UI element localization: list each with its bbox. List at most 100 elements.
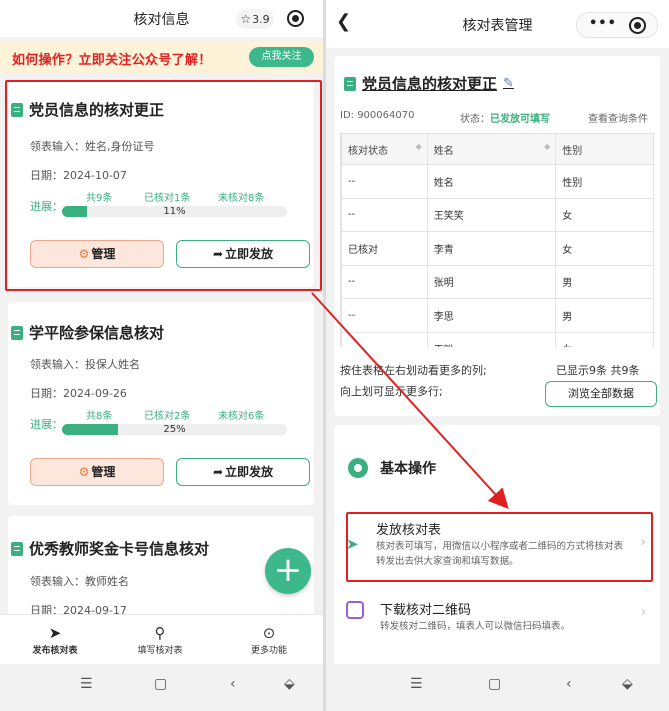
send-icon: ➤ — [48, 624, 62, 642]
more-dots-icon[interactable]: ••• — [589, 16, 617, 31]
table-row[interactable]: 已核对 李青女 — [341, 231, 653, 266]
sort-icon: ◆ — [544, 141, 551, 151]
rows-shown-count: 已显示9条 共9条 — [556, 364, 640, 377]
assistant-icon[interactable]: ⬙ — [622, 676, 633, 692]
progress-bar: 25% — [62, 424, 287, 435]
card-title-text: 优秀教师奖金卡号信息核对 — [29, 540, 210, 558]
table-row[interactable]: -- 李思男 — [341, 298, 653, 333]
table-row[interactable]: -- 王笑笑女 — [341, 197, 653, 232]
data-table-container[interactable]: 核对状态 ◆ 姓名 ◆ 性别 -- 姓名 性别 -- 王笑笑女 已核对 李青女 -- 张明男 … — [340, 133, 654, 347]
table-cell: -- — [341, 298, 428, 333]
assistant-icon[interactable]: ⬙ — [284, 676, 295, 692]
op-description: 转发核对二维码，填表人可以微信扫码填表。 — [380, 621, 571, 632]
more-icon: ⊙ — [262, 624, 276, 642]
follow-button[interactable]: 点我关注 — [249, 47, 314, 67]
tab-label: 更多功能 — [250, 646, 287, 656]
column-header[interactable]: 性别 — [555, 133, 653, 165]
table-cell: 姓名 — [426, 164, 557, 199]
search-icon: ⚲ — [154, 624, 166, 642]
table-row[interactable]: -- 姓名 性别 — [341, 164, 653, 199]
sort-icon: ◆ — [415, 141, 422, 151]
table-cell: 女 — [555, 231, 653, 266]
table-cell: 王笑笑 — [426, 197, 557, 232]
column-header-text: 姓名 — [433, 145, 454, 157]
card-title: 优秀教师奖金卡号信息核对 — [11, 538, 209, 559]
checked-count: 已核对2条 — [144, 411, 191, 422]
highlight-box-publish — [346, 512, 653, 582]
table-cell: 已核对 — [341, 231, 428, 266]
checklist-title: 党员信息的核对更正 ✎ — [344, 73, 514, 94]
document-icon — [11, 325, 23, 340]
section-title-text: 基本操作 — [380, 461, 436, 477]
add-checklist-button[interactable]: + — [265, 548, 311, 594]
share-arrow-icon: ➦ — [212, 465, 224, 479]
table-cell: 女 — [555, 331, 653, 347]
input-fields-label: 领表输入：教师姓名 — [30, 575, 129, 588]
menu-icon[interactable]: ☰ — [410, 676, 423, 692]
chevron-right-icon: › — [640, 605, 646, 620]
left-nav-bar: 核对信息 ☆3.9 — [0, 0, 323, 37]
table-cell: 男 — [555, 298, 653, 333]
table-row[interactable]: -- 张明男 — [341, 264, 653, 299]
back-icon[interactable]: ‹ — [230, 676, 236, 692]
checklist-id: ID: 900064070 — [340, 110, 415, 121]
table-row[interactable]: --王盼女 — [341, 331, 653, 347]
column-header-text: 性别 — [562, 145, 583, 157]
table-cell: 李青 — [426, 231, 557, 266]
home-icon[interactable]: ▢ — [488, 676, 501, 692]
right-phone-screen: ❮ 核对表管理 ••• 党员信息的核对更正 ✎ ID: 900064070 状态：… — [326, 0, 669, 711]
progress-label: 进展： — [30, 418, 63, 431]
status-value: 已发放可填写 — [490, 114, 550, 125]
menu-icon[interactable]: ☰ — [80, 676, 93, 692]
back-icon[interactable]: ‹ — [566, 676, 572, 692]
bottom-tab-bar: ➤ 发布核对表 ⚲ 填写核对表 ⊙ 更多功能 — [0, 614, 323, 664]
section-title: 基本操作 — [348, 458, 436, 478]
download-qrcode-item[interactable]: 下载核对二维码 转发核对二维码，填表人可以微信扫码填表。 › — [346, 597, 652, 639]
table-header-row: 核对状态 ◆ 姓名 ◆ 性别 — [341, 133, 653, 165]
tab-more[interactable]: ⊙ 更多功能 — [224, 623, 314, 656]
page-title: 核对信息 — [133, 12, 190, 28]
data-table: 核对状态 ◆ 姓名 ◆ 性别 -- 姓名 性别 -- 王笑笑女 已核对 李青女 -- 张明男 … — [341, 133, 653, 347]
table-cell: 女 — [555, 197, 653, 232]
manage-button[interactable]: ⚙ 管理 — [30, 458, 164, 486]
scroll-rows-hint: 向上划可显示更多行; — [340, 385, 443, 398]
table-cell: -- — [341, 331, 428, 347]
qrcode-icon — [346, 601, 364, 623]
rating-badge[interactable]: ☆3.9 — [236, 9, 274, 29]
column-header[interactable]: 姓名 ◆ — [426, 133, 557, 165]
column-header[interactable]: 核对状态 ◆ — [341, 133, 428, 165]
close-miniprogram-icon[interactable] — [629, 17, 646, 34]
column-header-text: 核对状态 — [348, 145, 388, 157]
table-cell: -- — [341, 264, 428, 299]
plus-icon: + — [273, 550, 303, 590]
tab-fill[interactable]: ⚲ 填写核对表 — [115, 623, 205, 656]
unchecked-count: 未核对6条 — [218, 411, 265, 422]
date-label: 日期：2024-09-26 — [30, 387, 127, 400]
close-miniprogram-icon[interactable] — [287, 10, 304, 27]
edit-icon[interactable]: ✎ — [503, 76, 514, 91]
settings-icon — [348, 458, 368, 478]
browse-all-data-button[interactable]: 浏览全部数据 — [545, 381, 657, 407]
rating-value: 3.9 — [252, 13, 270, 26]
table-cell: 性别 — [555, 164, 653, 199]
miniprogram-capsule: ••• — [576, 12, 658, 38]
checklist-title-text: 党员信息的核对更正 — [362, 75, 498, 93]
op-title: 下载核对二维码 — [380, 603, 472, 618]
table-cell: 张明 — [426, 264, 557, 299]
table-cell: 王盼 — [426, 331, 557, 347]
publish-button[interactable]: ➦ 立即发放 — [176, 458, 310, 486]
checklist-card-2[interactable]: 学平险参保信息核对 领表输入：投保人姓名 日期：2024-09-26 进展： 共… — [8, 302, 314, 505]
view-query-conditions-link[interactable]: 查看查询条件 — [588, 110, 648, 125]
document-icon — [11, 541, 23, 556]
input-fields-label: 领表输入：投保人姓名 — [30, 358, 140, 371]
gear-icon: ⚙ — [78, 465, 90, 479]
tab-label: 填写核对表 — [137, 646, 183, 656]
home-icon[interactable]: ▢ — [154, 676, 167, 692]
tab-publish[interactable]: ➤ 发布核对表 — [10, 623, 100, 656]
screenshot-root: 核对信息 ☆3.9 如何操作？立即关注公众号了解！ 点我关注 党员信息的核对更正… — [0, 0, 669, 711]
manage-label: 管理 — [91, 465, 116, 479]
system-nav-bar: ☰ ▢ ‹ ⬙ — [0, 664, 323, 711]
highlight-box-card — [5, 80, 322, 291]
publish-label: 立即发放 — [225, 465, 274, 479]
document-icon — [344, 76, 356, 91]
